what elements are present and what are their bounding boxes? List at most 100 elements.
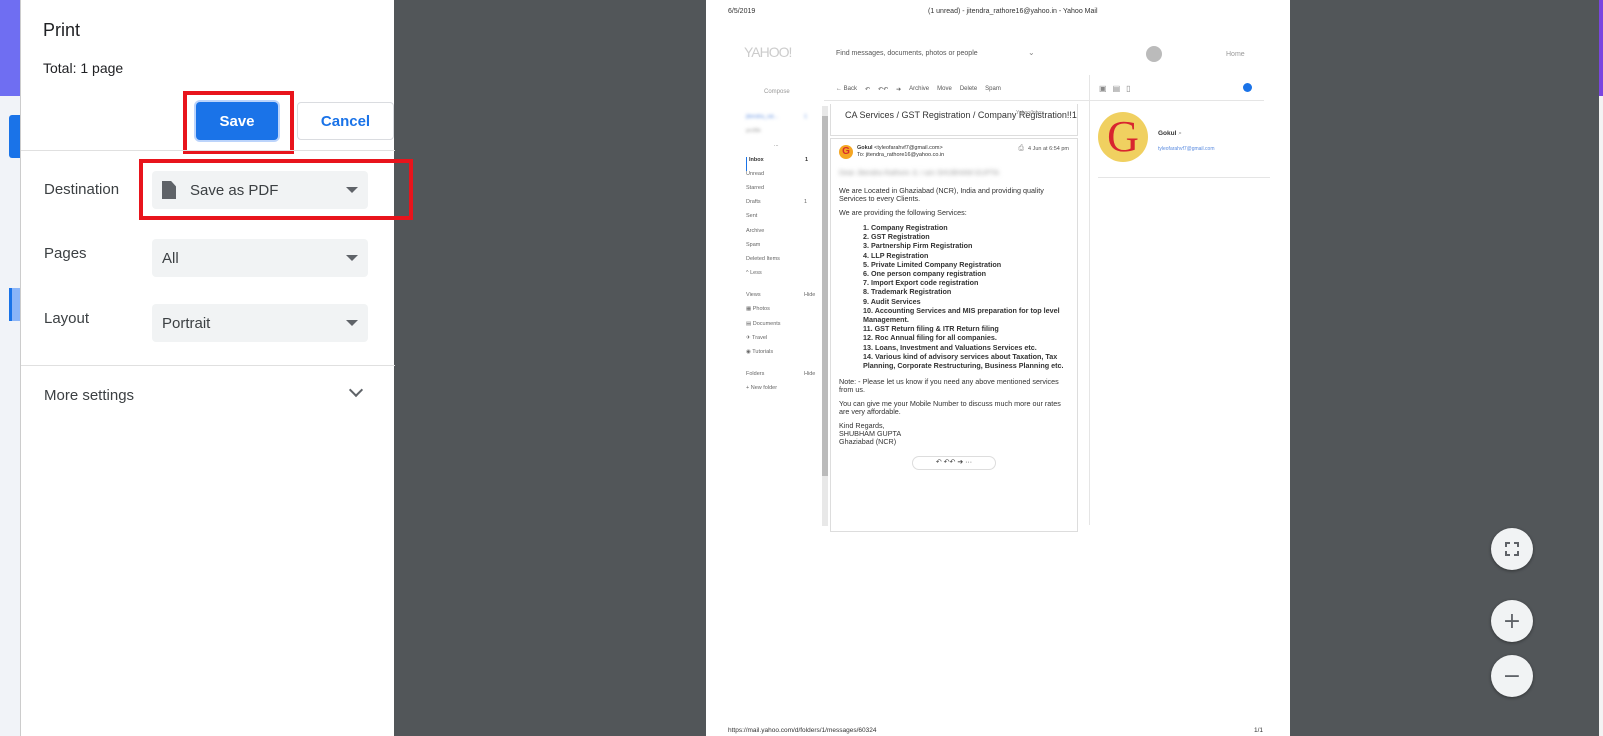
service-item: 11. GST Return filing & ITR Return filin… <box>863 324 999 334</box>
service-item: 1. Company Registration <box>863 223 948 232</box>
zoom-in-button[interactable]: + <box>1491 600 1533 642</box>
print-settings-panel: Print Total: 1 page Save Cancel Destinat… <box>20 0 413 736</box>
nav-item: Spam <box>746 242 816 256</box>
back-item: ← Back <box>836 86 858 92</box>
sender-avatar: G <box>839 145 853 159</box>
zoom-out-button[interactable]: − <box>1491 655 1533 697</box>
nav-item: ▤ Documents <box>746 321 816 335</box>
nav-label: profile <box>746 128 761 135</box>
preview-footer-url: https://mail.yahoo.com/d/folders/1/messa… <box>728 727 877 734</box>
corner <box>1505 551 1510 556</box>
pages-select[interactable]: All <box>152 239 368 277</box>
nav-label: ◉ Tutorials <box>746 349 774 355</box>
preview-nav: jitendra_rat... 1 profile ... Inbox 1 Unre… <box>746 114 816 400</box>
email-paragraph: You can give me your Mobile Number to di… <box>839 399 1061 417</box>
view-icon: ▤ <box>1112 84 1121 93</box>
nav-count: Hide <box>804 371 816 378</box>
nav-item: jitendra_rat... 1 <box>746 114 816 128</box>
contact-name: Gokul ⌕ <box>1158 130 1182 138</box>
nav-label: + New folder <box>746 385 778 392</box>
nav-item: Deleted Items <box>746 256 816 270</box>
move-item: Move <box>937 86 952 92</box>
nav-count: Hide <box>804 292 816 299</box>
preview-search: Find messages, documents, photos or peop… <box>836 50 978 57</box>
plus-icon: + <box>1502 608 1522 634</box>
email-subject: CA Services / GST Registration / Company… <box>830 104 1078 136</box>
nav-item: Sent <box>746 213 816 227</box>
print-icon: ⎙ <box>1018 145 1025 152</box>
sender-name: Gokul <box>857 145 873 151</box>
service-item: 8. Trademark Registration <box>863 287 952 297</box>
nav-label: ▤ Documents <box>746 320 781 327</box>
cancel-button[interactable]: Cancel <box>297 102 394 140</box>
corner <box>1514 551 1519 556</box>
nav-label: jitendra_rat... <box>746 114 779 120</box>
nav-count: 1 <box>805 156 809 163</box>
nav-label: Spam <box>746 241 761 248</box>
more-settings-toggle[interactable]: More settings <box>44 387 134 404</box>
preview-scrollbar <box>822 106 828 526</box>
divider <box>21 150 395 151</box>
divider <box>824 100 1264 101</box>
nav-label: Archive <box>746 227 765 234</box>
fit-to-page-button[interactable] <box>1491 528 1533 570</box>
contact-email: tyleofarahvf7@gmail.com <box>1158 146 1215 152</box>
nav-label: Starred <box>746 184 765 191</box>
search-icon: ⌕ <box>1178 130 1182 137</box>
corner <box>1514 542 1519 547</box>
layout-value: Portrait <box>162 314 211 332</box>
nav-item: Unread <box>746 171 816 185</box>
nav-label: Deleted Items <box>746 255 780 262</box>
background-header <box>0 0 20 96</box>
chevron-down-icon[interactable] <box>348 382 364 398</box>
background-page-strip <box>0 0 20 736</box>
sender-email: <tyleofarahvf7@gmail.com> <box>874 145 943 151</box>
preview-compose: Compose <box>764 89 790 95</box>
contact-name-text: Gokul <box>1158 130 1177 137</box>
background-selected-item <box>9 288 20 321</box>
service-item: 9. Audit Services <box>863 296 921 306</box>
nav-item: + New folder <box>746 385 816 399</box>
nav-label: Unread <box>746 170 765 177</box>
scrollbar-thumb <box>822 116 828 476</box>
background-button <box>9 115 20 158</box>
background-page-strip-right <box>1599 0 1603 736</box>
dropdown-arrow-icon <box>346 255 358 261</box>
layout-select[interactable]: Portrait <box>152 304 368 342</box>
nav-item: Folders Hide <box>746 371 816 385</box>
nav-item: ✈ Travel <box>746 335 816 349</box>
nav-item: ... <box>746 142 816 156</box>
divider <box>1089 75 1090 525</box>
gear-icon <box>1243 83 1252 92</box>
nav-item: profile <box>746 128 816 142</box>
background-header <box>1599 0 1603 96</box>
service-item: 6. One person company registration <box>863 269 987 279</box>
contact-card: G Gokul ⌕ tyleofarahvf7@gmail.com <box>1098 110 1270 178</box>
email-signoff: Kind Regards, SHUBHAM GUPTA Ghaziabad (N… <box>839 422 1069 446</box>
recipient: To: jitendra_rathore16@yahoo.co.in <box>857 151 945 158</box>
sender-info: Gokul <tyleofarahvf7@gmail.com> To: jite… <box>857 145 1014 158</box>
nav-label: Folders <box>746 371 765 378</box>
view-icon: ▣ <box>1099 84 1107 93</box>
save-highlight-box <box>183 91 294 154</box>
preview-view-icons: ▣ ▤ ▯ <box>1099 84 1131 93</box>
reply-icon: ↶ <box>865 87 871 93</box>
preview-header-date: 6/5/2019 <box>728 8 756 15</box>
destination-highlight-box <box>139 159 413 220</box>
minus-icon: − <box>1502 663 1522 689</box>
destination-label: Destination <box>44 181 120 198</box>
note-icon: ▯ <box>1126 84 1131 93</box>
sender-row: G Gokul <tyleofarahvf7@gmail.com> To: ji… <box>839 145 1069 159</box>
nav-label: ... <box>774 142 779 149</box>
preview-home: Home <box>1226 51 1245 58</box>
email-note: Note: - Please let us know if you need a… <box>839 377 1059 395</box>
nav-item: Archive <box>746 228 816 242</box>
yahoo-logo: YAHOO! <box>744 44 792 60</box>
divider <box>21 365 395 366</box>
email-time: 4 Jun at 6:54 pm <box>1028 146 1069 152</box>
dropdown-arrow-icon <box>346 320 358 326</box>
forward-icon: ➔ <box>896 87 902 93</box>
nav-count: 1 <box>804 199 808 206</box>
email-message: G Gokul <tyleofarahvf7@gmail.com> To: ji… <box>830 138 1078 532</box>
